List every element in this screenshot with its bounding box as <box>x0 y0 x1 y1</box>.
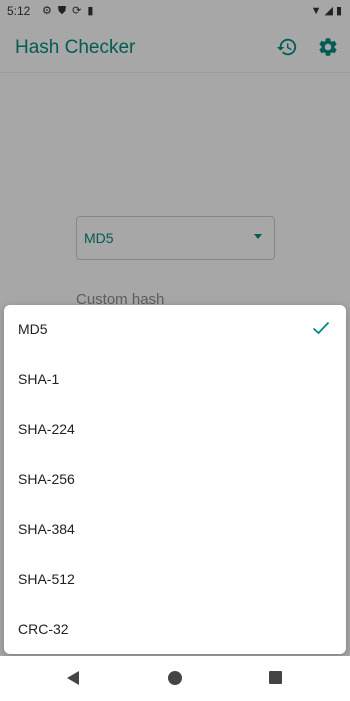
menu-item-label: SHA-512 <box>18 571 75 587</box>
app-screen: 5:12 ⚙ ⛊ ⟳ ▮ ▼ ◢ ▮ Hash Checker MD5 Cust… <box>0 0 350 685</box>
menu-item-label: CRC-32 <box>18 621 69 637</box>
menu-item-label: SHA-224 <box>18 421 75 437</box>
bottom-blank-area <box>0 685 350 701</box>
menu-item-label: SHA-256 <box>18 471 75 487</box>
menu-item-label: SHA-384 <box>18 521 75 537</box>
algorithm-menu: MD5 SHA-1 SHA-224 SHA-256 SHA-384 SHA-51… <box>4 305 346 654</box>
back-icon[interactable] <box>66 670 80 685</box>
menu-item-crc-32[interactable]: CRC-32 <box>4 605 346 655</box>
menu-item-sha-384[interactable]: SHA-384 <box>4 505 346 555</box>
menu-item-sha-1[interactable]: SHA-1 <box>4 355 346 405</box>
home-icon[interactable] <box>168 671 182 685</box>
menu-item-md5[interactable]: MD5 <box>4 305 346 355</box>
menu-item-sha-512[interactable]: SHA-512 <box>4 555 346 605</box>
menu-item-label: SHA-1 <box>18 371 60 387</box>
menu-item-label: MD5 <box>18 321 48 337</box>
recents-icon[interactable] <box>269 671 282 684</box>
menu-item-sha-256[interactable]: SHA-256 <box>4 455 346 505</box>
menu-item-sha-224[interactable]: SHA-224 <box>4 405 346 455</box>
system-nav-bar <box>0 656 350 685</box>
check-icon <box>312 321 330 335</box>
